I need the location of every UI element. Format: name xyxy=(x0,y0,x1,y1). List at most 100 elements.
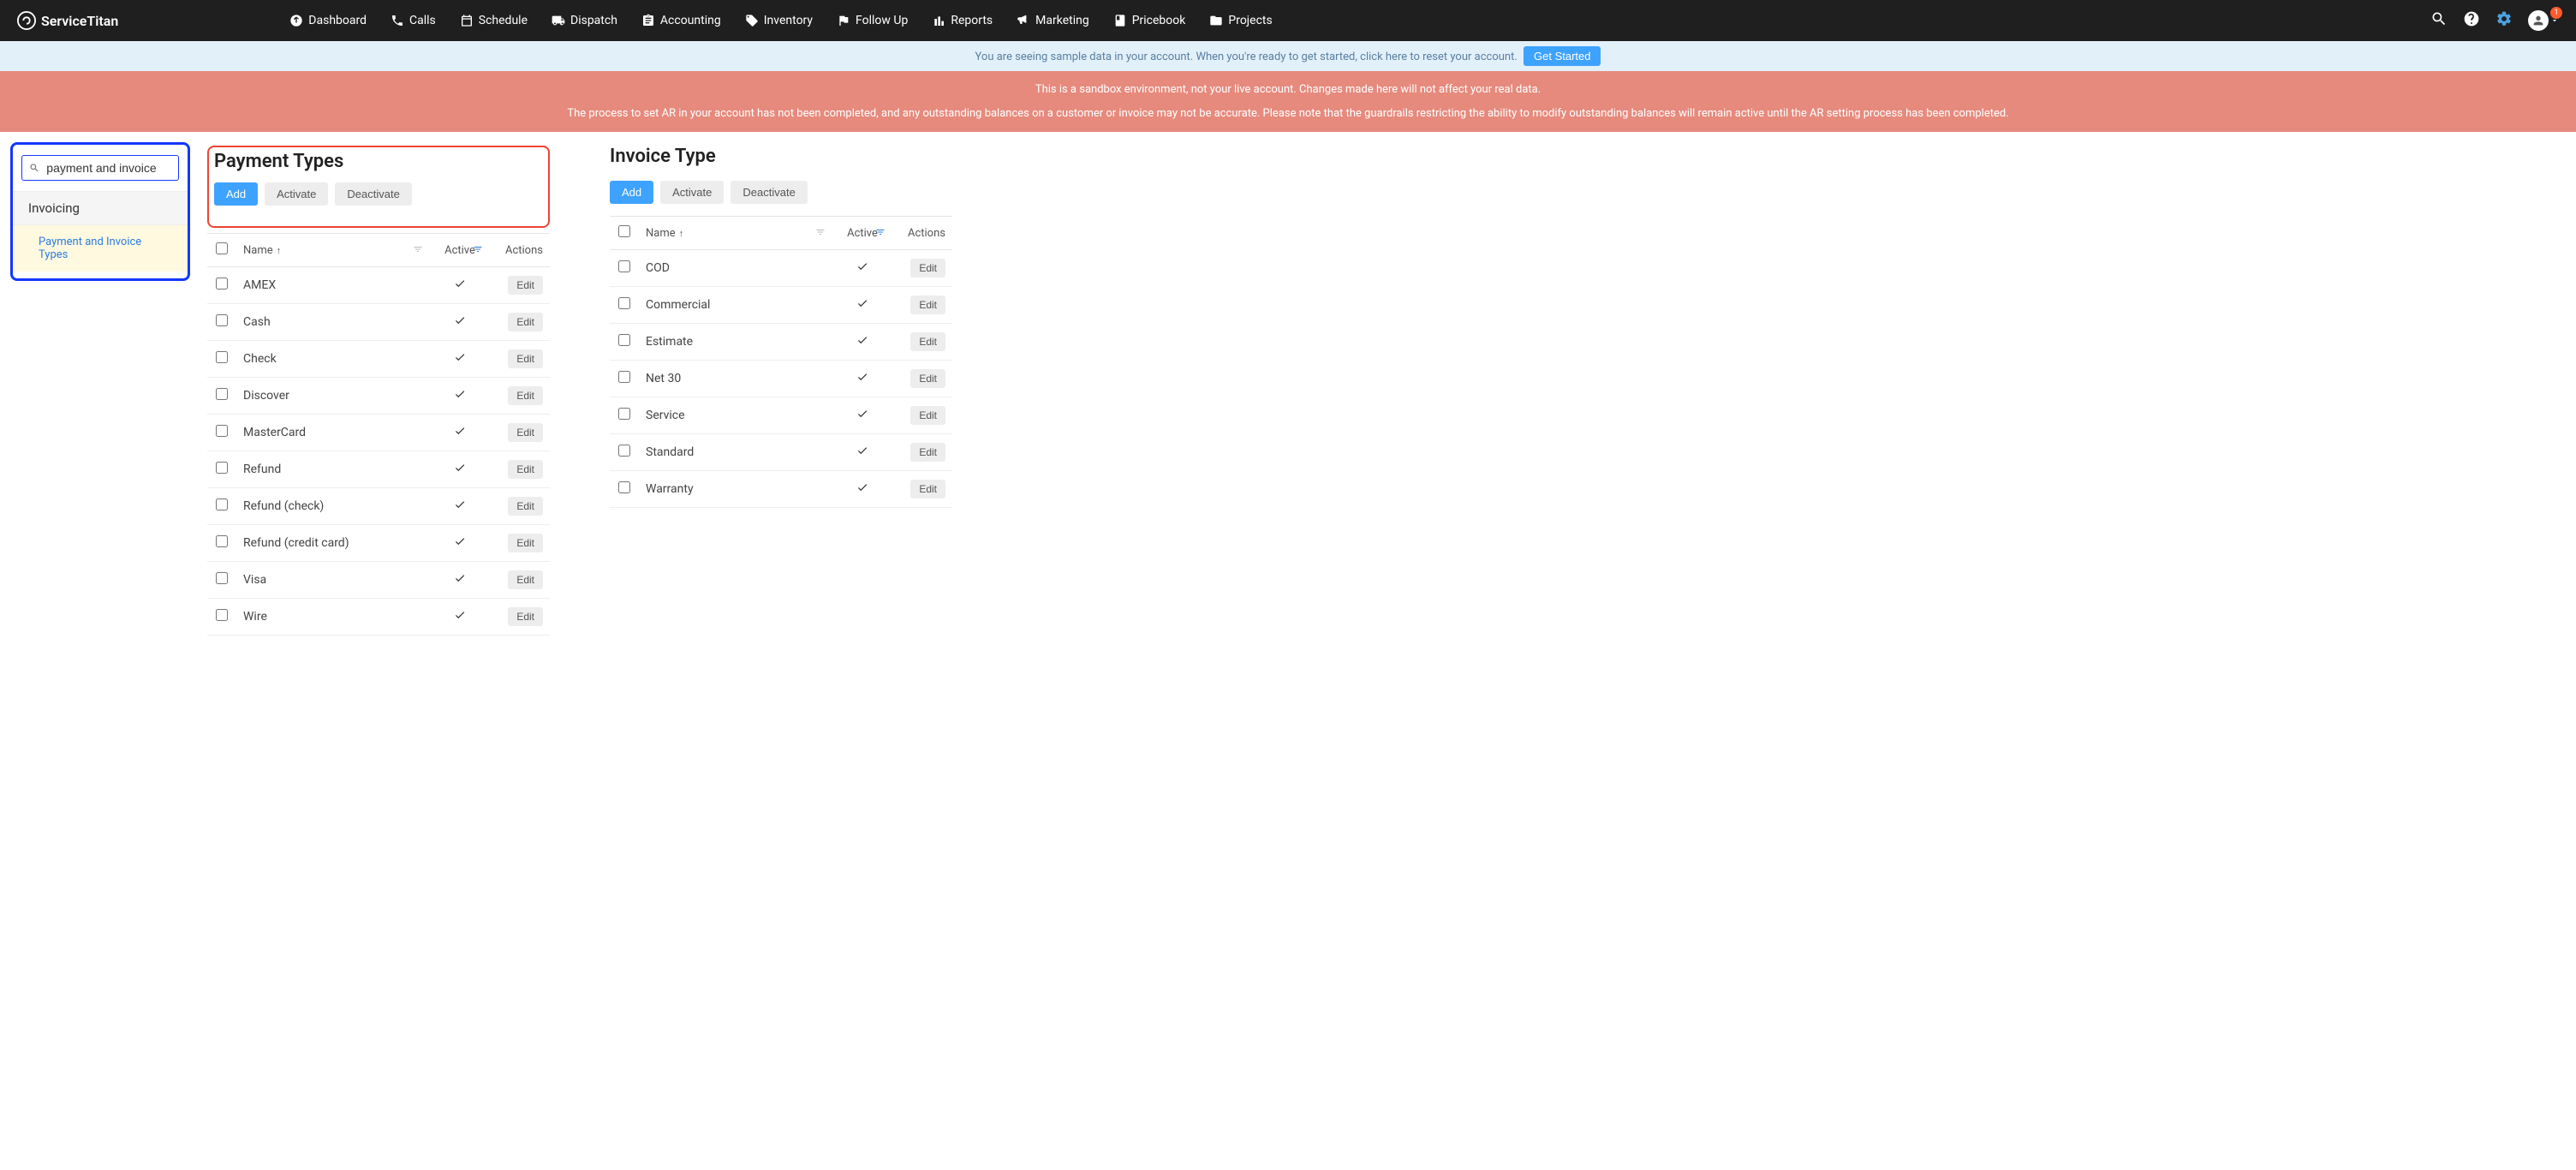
edit-button[interactable]: Edit xyxy=(508,423,543,442)
active-filter-icon[interactable] xyxy=(875,227,886,237)
sidebar-section-invoicing[interactable]: Invoicing xyxy=(13,191,188,225)
name-filter-icon[interactable] xyxy=(815,227,826,237)
row-checkbox[interactable] xyxy=(618,260,630,272)
check-icon xyxy=(454,353,466,367)
deactivate-button[interactable]: Deactivate xyxy=(730,181,807,204)
invoice-type-table: Name↑ Active Actions CODEditCommercialEd… xyxy=(610,216,952,508)
row-active xyxy=(430,378,490,415)
row-checkbox[interactable] xyxy=(216,609,228,621)
table-row: Service Edit xyxy=(610,397,952,434)
table-row: DiscoverEdit xyxy=(207,378,550,415)
edit-button[interactable]: Edit xyxy=(508,460,543,479)
table-row: WireEdit xyxy=(207,599,550,636)
active-filter-icon[interactable] xyxy=(473,244,483,254)
name-header[interactable]: Name↑ xyxy=(236,234,430,267)
edit-button[interactable]: Edit xyxy=(508,497,543,516)
row-checkbox[interactable] xyxy=(618,334,630,346)
activate-button[interactable]: Activate xyxy=(660,181,724,204)
nav-dispatch[interactable]: Dispatch xyxy=(552,14,617,27)
megaphone-icon xyxy=(1017,14,1030,27)
row-active xyxy=(832,397,892,434)
search-icon[interactable] xyxy=(2430,10,2448,31)
row-checkbox[interactable] xyxy=(216,278,228,290)
sandbox-line2: The process to set AR in your account ha… xyxy=(51,105,2525,122)
edit-button[interactable]: Edit xyxy=(910,480,945,498)
main-content: Invoicing Payment and Invoice Types Paym… xyxy=(0,132,2576,646)
nav-calls[interactable]: Calls xyxy=(391,14,436,27)
edit-button[interactable]: Edit xyxy=(508,276,543,295)
edit-button[interactable]: Edit xyxy=(910,259,945,278)
settings-icon[interactable] xyxy=(2496,10,2513,31)
row-checkbox[interactable] xyxy=(216,462,228,474)
row-name: MasterCard xyxy=(236,415,430,451)
sidebar-item-payment-invoice-types[interactable]: Payment and Invoice Types xyxy=(13,225,188,272)
sort-asc-icon: ↑ xyxy=(277,245,282,256)
nav-follow-up[interactable]: Follow Up xyxy=(837,14,908,27)
active-header[interactable]: Active xyxy=(430,234,490,267)
row-active xyxy=(832,471,892,508)
row-name: Refund (credit card) xyxy=(236,525,430,562)
edit-button[interactable]: Edit xyxy=(910,295,945,314)
profile-menu[interactable]: 1 xyxy=(2528,10,2559,31)
row-name: Refund xyxy=(236,451,430,488)
select-all-checkbox[interactable] xyxy=(216,242,228,254)
logo-icon xyxy=(17,11,36,30)
name-header[interactable]: Name↑ xyxy=(639,217,832,250)
edit-button[interactable]: Edit xyxy=(910,406,945,425)
nav-projects[interactable]: Projects xyxy=(1209,14,1272,27)
sandbox-line1: This is a sandbox environment, not your … xyxy=(51,81,2525,98)
row-checkbox[interactable] xyxy=(618,297,630,309)
row-checkbox[interactable] xyxy=(618,408,630,420)
row-name: Commercial xyxy=(639,287,832,324)
activate-button[interactable]: Activate xyxy=(265,182,328,206)
nav-dashboard[interactable]: Dashboard xyxy=(289,14,367,27)
sidebar-search-input[interactable] xyxy=(46,161,171,175)
name-filter-icon[interactable] xyxy=(413,244,423,254)
row-checkbox[interactable] xyxy=(216,498,228,510)
nav-inventory[interactable]: Inventory xyxy=(745,14,813,27)
tag-icon xyxy=(745,14,759,27)
table-row: CheckEdit xyxy=(207,341,550,378)
row-checkbox[interactable] xyxy=(216,425,228,437)
sidebar-search[interactable] xyxy=(21,155,179,181)
select-all-checkbox[interactable] xyxy=(618,225,630,237)
edit-button[interactable]: Edit xyxy=(508,607,543,626)
deactivate-button[interactable]: Deactivate xyxy=(335,182,411,206)
nav-pricebook[interactable]: Pricebook xyxy=(1113,14,1186,27)
edit-button[interactable]: Edit xyxy=(508,349,543,368)
help-icon[interactable] xyxy=(2463,10,2480,31)
add-button[interactable]: Add xyxy=(214,182,258,206)
row-checkbox[interactable] xyxy=(216,535,228,547)
row-active xyxy=(832,287,892,324)
edit-button[interactable]: Edit xyxy=(910,443,945,462)
row-name: AMEX xyxy=(236,267,430,304)
add-button[interactable]: Add xyxy=(610,181,653,204)
nav-marketing[interactable]: Marketing xyxy=(1017,14,1089,27)
edit-button[interactable]: Edit xyxy=(910,332,945,351)
row-checkbox[interactable] xyxy=(216,572,228,584)
row-checkbox[interactable] xyxy=(216,388,228,400)
row-name: Service xyxy=(639,397,832,434)
brand-logo[interactable]: ServiceTitan xyxy=(17,11,118,30)
get-started-button[interactable]: Get Started xyxy=(1524,46,1601,66)
edit-button[interactable]: Edit xyxy=(508,386,543,405)
edit-button[interactable]: Edit xyxy=(508,313,543,331)
row-checkbox[interactable] xyxy=(618,481,630,493)
check-icon xyxy=(454,427,466,440)
row-name: Standard xyxy=(639,434,832,471)
row-name: COD xyxy=(639,250,832,287)
row-checkbox[interactable] xyxy=(618,445,630,457)
check-icon xyxy=(454,574,466,588)
row-checkbox[interactable] xyxy=(618,371,630,383)
row-checkbox[interactable] xyxy=(216,351,228,363)
edit-button[interactable]: Edit xyxy=(910,369,945,388)
row-active xyxy=(430,599,490,636)
active-header[interactable]: Active xyxy=(832,217,892,250)
nav-schedule[interactable]: Schedule xyxy=(460,14,528,27)
edit-button[interactable]: Edit xyxy=(508,570,543,589)
nav-accounting[interactable]: Accounting xyxy=(641,14,721,27)
edit-button[interactable]: Edit xyxy=(508,534,543,552)
row-checkbox[interactable] xyxy=(216,314,228,326)
check-icon xyxy=(454,279,466,293)
nav-reports[interactable]: Reports xyxy=(932,14,993,27)
